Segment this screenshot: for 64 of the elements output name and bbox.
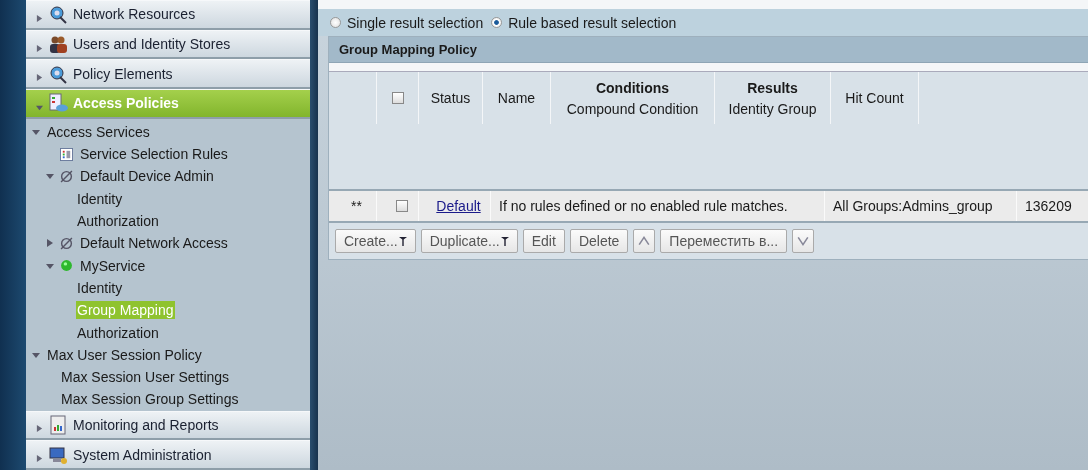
tree-item[interactable]: Max User Session Policy (46, 345, 203, 364)
nav-section[interactable]: Users and Identity Stores (26, 29, 310, 60)
expand-arrow-icon[interactable] (32, 127, 40, 136)
chevron-down-icon (797, 236, 810, 246)
expand-arrow-icon (36, 14, 43, 22)
table-cell: If no rules defined or no enabled rule matches. (499, 198, 788, 214)
nav-section[interactable]: Network Resources (26, 0, 310, 30)
column-header: Compound Condition (566, 100, 699, 117)
caret-icon (500, 236, 509, 246)
row-checkbox[interactable] (395, 200, 408, 212)
column-group-header: Results (747, 79, 798, 96)
menu-button[interactable]: Duplicate... (420, 229, 518, 253)
move-up-button[interactable] (633, 229, 656, 253)
tree-item[interactable]: Max Session Group Settings (60, 390, 240, 409)
status-dot-icon (60, 259, 73, 273)
expand-arrow-icon[interactable] (46, 261, 54, 270)
column-header: Name (497, 90, 536, 106)
disabled-icon (60, 170, 73, 183)
clipboard-icon (48, 93, 68, 114)
disabled-icon (60, 236, 73, 250)
people-icon (48, 34, 68, 55)
caret-icon (398, 236, 407, 246)
panel-title: Group Mapping Policy (329, 37, 1088, 63)
expand-arrow-icon (36, 74, 43, 82)
tree-item[interactable]: Authorization (76, 212, 160, 231)
menu-button[interactable]: Create... (335, 229, 416, 253)
report-icon (48, 414, 68, 435)
computer-icon (48, 444, 68, 465)
expand-arrow-icon (36, 425, 43, 433)
tree-item[interactable]: Service Selection Rules (79, 145, 229, 164)
table-cell: 136209 (1025, 198, 1072, 214)
tree-item[interactable]: Identity (76, 278, 124, 297)
expand-arrow-icon (36, 44, 43, 52)
action-button[interactable]: Edit (522, 229, 565, 253)
tree-item[interactable]: MyService (79, 256, 147, 275)
move-down-button[interactable] (792, 229, 815, 253)
expand-arrow-icon[interactable] (46, 172, 54, 181)
expand-arrow-icon (36, 103, 43, 111)
tree-item[interactable]: Default Device Admin (79, 167, 215, 186)
column-group-header: Conditions (595, 79, 670, 96)
nav-section[interactable]: Policy Elements (26, 59, 310, 90)
chevron-up-icon (638, 236, 651, 246)
radio-button[interactable] (330, 17, 341, 28)
column-header: Status (430, 90, 471, 106)
expand-arrow-icon[interactable] (46, 239, 54, 248)
action-button[interactable]: Переместить в... (660, 229, 788, 253)
tree-item[interactable]: Identity (76, 189, 124, 208)
rules-icon (60, 147, 73, 161)
table-cell: All Groups:Admins_group (833, 198, 993, 214)
nav-section[interactable]: Monitoring and Reports (26, 410, 310, 441)
tree-item[interactable]: Max Session User Settings (60, 368, 231, 387)
column-header: Identity Group (728, 100, 817, 117)
radio-button[interactable] (491, 17, 503, 28)
tree-item[interactable]: Access Services (46, 122, 151, 141)
expand-arrow-icon[interactable] (32, 350, 40, 359)
column-header: Hit Count (845, 90, 904, 106)
action-button[interactable]: Delete (569, 229, 629, 253)
rule-name-link[interactable]: Default (436, 198, 481, 214)
table-cell: ** (351, 198, 362, 214)
select-all-checkbox[interactable] (391, 92, 404, 104)
tree-item[interactable]: Default Network Access (79, 234, 229, 253)
expand-arrow-icon (36, 455, 43, 463)
nav-section[interactable]: System Administration (26, 440, 310, 470)
tree-item[interactable]: Authorization (76, 323, 160, 342)
